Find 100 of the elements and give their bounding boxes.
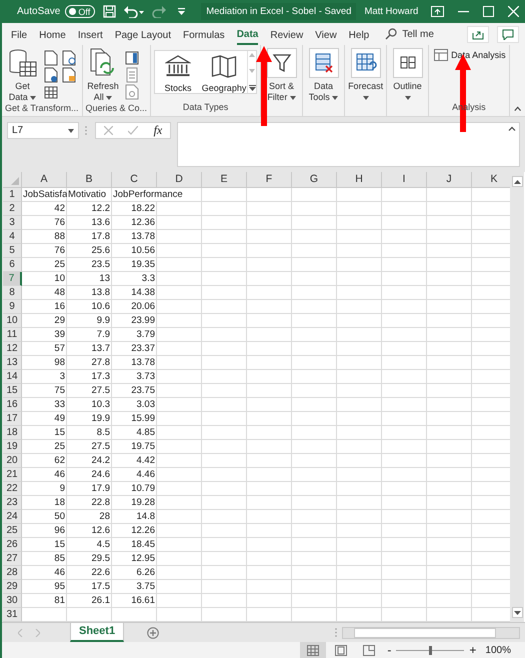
row-header[interactable]: 24 bbox=[3, 510, 22, 524]
ribbon-tab[interactable]: Home bbox=[39, 23, 66, 45]
row-header[interactable]: 12 bbox=[3, 342, 22, 356]
row-header[interactable]: 5 bbox=[3, 244, 22, 258]
column-header[interactable]: H bbox=[337, 172, 382, 188]
ribbon-button[interactable]: Outline bbox=[390, 48, 426, 103]
ribbon-button[interactable]: Data Tools bbox=[306, 48, 342, 103]
table-cell-text: 13.7 bbox=[90, 342, 110, 355]
table-cell-text: 4.5 bbox=[96, 538, 110, 551]
gallery-item[interactable]: Stocks bbox=[155, 51, 202, 93]
row-header[interactable]: 9 bbox=[3, 300, 22, 314]
table-cell-text: 6.26 bbox=[136, 566, 155, 579]
gallery-item[interactable]: Geography bbox=[201, 51, 248, 93]
row-header[interactable]: 22 bbox=[3, 482, 22, 496]
table-cell-text: 46 bbox=[53, 468, 65, 481]
sheet-tab[interactable]: Sheet1 bbox=[70, 622, 124, 642]
row-header[interactable]: 25 bbox=[3, 524, 22, 538]
table-cell-text: 29.5 bbox=[90, 552, 110, 565]
row-header[interactable]: 8 bbox=[3, 286, 22, 300]
row-header[interactable]: 26 bbox=[3, 538, 22, 552]
row-header[interactable]: 31 bbox=[3, 608, 22, 622]
tell-me-search[interactable]: Tell me bbox=[385, 28, 434, 40]
table-cell-text: 26.1 bbox=[90, 594, 110, 607]
row-header[interactable]: 29 bbox=[3, 580, 22, 594]
table-cell-text: 88 bbox=[53, 230, 65, 243]
table-cell-text: 10.56 bbox=[130, 244, 155, 257]
ribbon-button[interactable]: Refresh All bbox=[86, 48, 121, 103]
ribbon-button[interactable]: Get Data bbox=[5, 48, 40, 103]
table-cell-text: 48 bbox=[53, 286, 65, 299]
table-cell-text: 4.46 bbox=[136, 468, 155, 481]
ribbon-button[interactable]: Sort & Filter bbox=[264, 48, 300, 103]
zoom-out-button[interactable]: - bbox=[387, 643, 392, 657]
row-header[interactable]: 14 bbox=[3, 370, 22, 384]
table-cell-text: 3.79 bbox=[136, 328, 155, 341]
row-header[interactable]: 28 bbox=[3, 566, 22, 580]
row-header[interactable]: 21 bbox=[3, 468, 22, 482]
table-cell-text: 18.45 bbox=[130, 538, 155, 551]
name-box[interactable]: L7 bbox=[7, 122, 79, 139]
row-header[interactable]: 13 bbox=[3, 356, 22, 370]
table-cell: Motivatio bbox=[68, 188, 106, 201]
row-header[interactable]: 7 bbox=[3, 272, 22, 286]
zoom-in-button[interactable]: + bbox=[469, 643, 476, 657]
row-header[interactable]: 6 bbox=[3, 258, 22, 272]
ribbon-tab[interactable]: Review bbox=[270, 23, 304, 45]
ribbon-tab[interactable]: Formulas bbox=[183, 23, 225, 45]
zoom-level: 100% bbox=[485, 644, 511, 656]
row-header[interactable]: 17 bbox=[3, 412, 22, 426]
ribbon-tab[interactable]: Page Layout bbox=[114, 23, 171, 45]
row-header[interactable]: 27 bbox=[3, 552, 22, 566]
column-header[interactable]: E bbox=[202, 172, 247, 188]
table-cell-text: 29 bbox=[53, 314, 65, 327]
table-cell-text: 15 bbox=[53, 538, 65, 551]
row-header[interactable]: 30 bbox=[3, 594, 22, 608]
row-header[interactable]: 23 bbox=[3, 496, 22, 510]
ribbon-tab[interactable]: Insert bbox=[78, 23, 103, 45]
ribbon-button[interactable]: Forecast bbox=[348, 48, 384, 103]
table-cell-text: 46 bbox=[53, 566, 65, 579]
document-title: Mediation in Excel - Sobel - Saved bbox=[201, 3, 356, 20]
table-cell-text: 20.06 bbox=[130, 300, 155, 313]
ribbon-tab[interactable]: File bbox=[11, 23, 28, 45]
row-header[interactable]: 4 bbox=[3, 230, 22, 244]
row-header[interactable]: 18 bbox=[3, 426, 22, 440]
table-cell-text: 12.2 bbox=[90, 202, 110, 215]
table-cell-text: 22.6 bbox=[90, 566, 110, 579]
column-header[interactable]: A bbox=[22, 172, 67, 188]
row-header[interactable]: 15 bbox=[3, 384, 22, 398]
row-header[interactable]: 1 bbox=[3, 188, 22, 202]
group-label: Queries & Co... bbox=[86, 103, 148, 115]
table-cell-text: 85 bbox=[53, 552, 65, 565]
table-cell-text: 19.35 bbox=[130, 258, 155, 271]
column-header[interactable]: G bbox=[292, 172, 337, 188]
column-header[interactable]: F bbox=[247, 172, 292, 188]
table-cell-text: 14.8 bbox=[136, 510, 155, 523]
row-header[interactable]: 10 bbox=[3, 314, 22, 328]
insert-function-button[interactable]: fx bbox=[154, 123, 162, 138]
table-cell-text: 25 bbox=[53, 258, 65, 271]
column-header[interactable]: B bbox=[67, 172, 112, 188]
table-cell-text: 15.99 bbox=[130, 412, 155, 425]
row-header[interactable]: 19 bbox=[3, 440, 22, 454]
table-cell-text: 23.5 bbox=[90, 258, 110, 271]
row-header[interactable]: 2 bbox=[3, 202, 22, 216]
column-header[interactable]: I bbox=[382, 172, 427, 188]
table-cell-text: 62 bbox=[53, 454, 65, 467]
table-cell-text: 14.38 bbox=[130, 286, 155, 299]
ribbon-tab[interactable]: Help bbox=[348, 23, 370, 45]
row-header[interactable]: 16 bbox=[3, 398, 22, 412]
ribbon-tab[interactable]: View bbox=[315, 23, 337, 45]
row-header[interactable]: 11 bbox=[3, 328, 22, 342]
table-cell: JobPerformance bbox=[113, 188, 183, 201]
table-cell-text: 3.03 bbox=[136, 398, 155, 411]
table-cell-text: 17.3 bbox=[90, 370, 110, 383]
table-cell-text: 57 bbox=[53, 342, 65, 355]
autosave-label: AutoSave bbox=[17, 6, 60, 17]
table-cell-text: 17.8 bbox=[90, 230, 110, 243]
group-label: Get & Transform... bbox=[5, 103, 79, 115]
column-header[interactable]: J bbox=[427, 172, 472, 188]
table-cell: JobSatisfa bbox=[23, 188, 67, 201]
row-header[interactable]: 3 bbox=[3, 216, 22, 230]
row-header[interactable]: 20 bbox=[3, 454, 22, 468]
autosave-toggle[interactable]: Off bbox=[65, 5, 96, 18]
